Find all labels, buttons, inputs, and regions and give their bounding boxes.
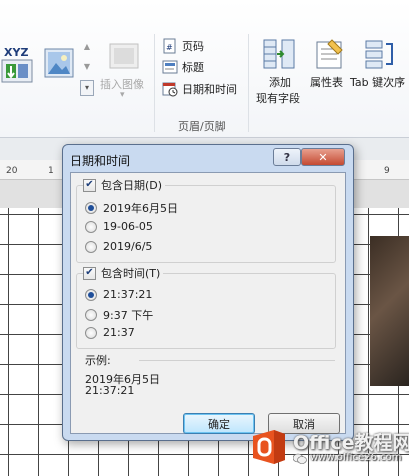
group-separator [248, 34, 249, 132]
add-existing-fields-button[interactable]: 添加 现有字段 [252, 36, 308, 110]
time-format-radio[interactable] [85, 309, 97, 321]
include-time-label: 包含时间(T) [101, 267, 161, 280]
ruler-tick: 9 [384, 166, 390, 176]
group-separator [154, 34, 155, 132]
include-date-checkbox[interactable]: ✔ [83, 178, 96, 192]
include-time-checkbox[interactable]: ✔ [83, 266, 96, 280]
header-footer-group-label: 页眉/页脚 [178, 120, 226, 133]
insert-image-button[interactable]: 插入图像 ▾ [100, 38, 150, 108]
tab-order-icon [365, 40, 393, 69]
page-number-button[interactable]: # 页码 [162, 37, 204, 55]
insert-image-icon [109, 43, 139, 69]
date-time-dialog: 日期和时间 ? ✕ ✔ 包含日期(D) 2019年6月5日 19-06-05 2… [62, 144, 354, 441]
add-fields-label-line2: 现有字段 [256, 92, 300, 105]
date-format-radio[interactable] [85, 220, 97, 233]
wechat-icon [293, 453, 307, 464]
xyz-field-icon[interactable]: XYZ [0, 40, 40, 84]
date-format-label: 2019年6月5日 [103, 202, 178, 215]
time-format-label: 9:37 下午 [103, 309, 154, 322]
date-format-option[interactable]: 2019年6月5日 [85, 200, 178, 216]
page-number-label: 页码 [182, 40, 204, 53]
time-format-radio[interactable] [85, 288, 97, 301]
property-sheet-icon [316, 39, 343, 69]
ok-button[interactable]: 确定 [183, 413, 255, 434]
close-button[interactable]: ✕ [301, 148, 345, 166]
gallery-scroll-down-icon[interactable]: ▼ [81, 62, 93, 74]
title-button[interactable]: 标题 [162, 58, 204, 76]
date-format-option[interactable]: 19-06-05 [85, 220, 153, 233]
insert-image-dropdown-icon: ▾ [120, 90, 125, 100]
time-format-option[interactable]: 21:37:21 [85, 288, 152, 301]
property-sheet-button[interactable]: 属性表 [308, 36, 352, 96]
example-time: 21:37:21 [85, 384, 135, 397]
date-format-label: 2019/6/5 [103, 240, 153, 253]
date-format-radio[interactable] [85, 202, 97, 214]
date-time-button[interactable]: 日期和时间 [162, 80, 237, 98]
tab-order-label: Tab 键次序 [350, 76, 406, 89]
date-format-label: 19-06-05 [103, 220, 153, 233]
svg-text:#: # [166, 43, 173, 52]
ruler-tick: 1 [48, 166, 54, 176]
page-number-icon: # [163, 38, 176, 54]
time-format-option[interactable]: 9:37 下午 [85, 307, 153, 323]
tab-order-button[interactable]: Tab 键次序 [350, 36, 409, 96]
time-format-label: 21:37:21 [103, 288, 153, 301]
ruler-tick: 20 [6, 166, 18, 176]
date-time-icon [162, 82, 178, 97]
add-fields-icon [263, 39, 295, 69]
example-label: 示例: [85, 354, 111, 367]
title-label: 标题 [182, 61, 204, 74]
add-fields-label-line1: 添加 [269, 76, 291, 89]
date-time-label: 日期和时间 [182, 83, 237, 96]
watermark-brand: Office教程网 [293, 432, 409, 454]
office-logo-icon [253, 430, 285, 464]
dialog-content: ✔ 包含日期(D) 2019年6月5日 19-06-05 2019/6/5 ✔ … [70, 172, 346, 434]
date-format-option[interactable]: 2019/6/5 [85, 240, 152, 253]
gallery-more-icon[interactable]: ▾ [80, 80, 94, 96]
help-button[interactable]: ? [273, 148, 301, 166]
include-date-label: 包含日期(D) [101, 179, 163, 192]
svg-text:XYZ: XYZ [4, 46, 28, 59]
title-icon [162, 60, 178, 74]
include-time-checkbox-row[interactable]: ✔ 包含时间(T) [83, 265, 164, 281]
property-sheet-label: 属性表 [310, 76, 343, 89]
watermark: Office教程网 www.office26.com [246, 420, 409, 476]
example-divider [139, 360, 335, 361]
ribbon: XYZ ▲ ▼ ▾ 插入图像 ▾ # 页码 标题 日期和时间 页眉/页脚 添加 … [0, 0, 409, 138]
time-format-radio[interactable] [85, 326, 97, 339]
image-icon[interactable] [44, 47, 74, 79]
report-image[interactable] [370, 236, 409, 386]
time-format-label: 21:37 [103, 326, 135, 339]
dialog-title: 日期和时间 [70, 154, 131, 168]
time-format-option[interactable]: 21:37 [85, 326, 135, 339]
gallery-scroll-up-icon[interactable]: ▲ [81, 42, 93, 54]
include-date-checkbox-row[interactable]: ✔ 包含日期(D) [83, 177, 166, 193]
date-format-radio[interactable] [85, 240, 97, 253]
watermark-url: www.office26.com [310, 452, 402, 463]
